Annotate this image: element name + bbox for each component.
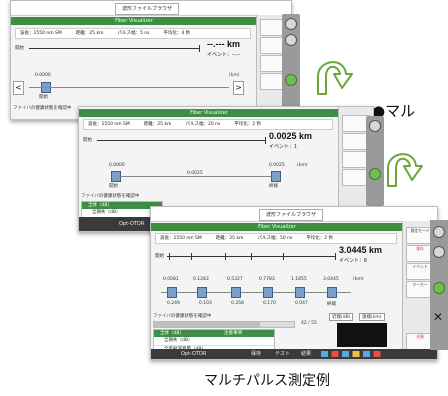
event-axis — [29, 87, 229, 88]
scale-bottom-0: 0.249 — [167, 301, 180, 306]
knob-icon[interactable] — [285, 34, 297, 46]
measurement-params: 波長：1550 nm SM 距離：25 km パルス幅：20 ns 平均化：2 秒 — [83, 119, 333, 130]
scale-unit: (km) — [297, 163, 308, 168]
side-control-strip-2 — [366, 116, 384, 206]
scale-bottom-3: 0.170 — [263, 301, 276, 306]
fiber-health-label: ファイバの健康状態を確認中 — [153, 314, 212, 319]
fiber-visualizer-header: Fiber Visualizer — [79, 109, 339, 117]
side-control-strip-3: ✕ — [430, 220, 448, 350]
event-count: イベント：--.-- — [207, 52, 241, 58]
status-icons — [321, 351, 391, 357]
event-marker[interactable] — [167, 287, 177, 298]
trace-end-tick — [199, 45, 200, 52]
window-titlebar: 波形ファイルブラウザ — [151, 207, 437, 222]
window-title: 波形ファイルブラウザ — [115, 3, 180, 15]
event-marker[interactable] — [263, 287, 273, 298]
fiber-health-label: ファイバの健康状態を確認中 — [13, 106, 72, 111]
scale-mid: 0.0025 — [187, 171, 203, 176]
scale-unit: (km) — [353, 277, 364, 282]
end-event-marker[interactable] — [271, 171, 281, 182]
scale-bottom-1: 0.103 — [199, 301, 212, 306]
start-label: 開始 — [83, 138, 92, 143]
scale-bottom-2: 0.358 — [231, 301, 244, 306]
event-count: イベント：8 — [339, 258, 367, 264]
scale-top-2: 0.5327 — [227, 277, 243, 282]
trace-tick — [225, 253, 226, 260]
knob-icon[interactable] — [433, 246, 445, 258]
start-label: 開始 — [15, 46, 24, 51]
scale-left: 0.0000 — [35, 73, 51, 78]
curved-arrow-icon — [387, 153, 423, 187]
list-item[interactable]: 全損失（dB） — [154, 337, 274, 346]
measurement-params: 波長：1550 nm SM 距離：25 km パルス幅：50 ns 平均化：2 秒 — [155, 233, 397, 244]
event-marker[interactable] — [327, 287, 337, 298]
side-control-strip-1 — [282, 14, 300, 110]
scale-top-5: 3.0445 — [323, 277, 339, 282]
close-icon[interactable]: ✕ — [433, 310, 443, 324]
prev-button[interactable]: < — [13, 81, 24, 95]
tab-far[interactable]: 遠端(km) — [359, 313, 385, 321]
knob-icon[interactable] — [433, 226, 445, 238]
trace-end-tick — [265, 137, 266, 144]
scale-unit: (km) — [229, 73, 240, 78]
scale-left: 0.0000 — [109, 163, 125, 168]
help-icon[interactable] — [369, 168, 381, 180]
knob-icon[interactable] — [285, 18, 297, 30]
trace-tick — [283, 253, 284, 260]
tab-near[interactable]: 近端(dB) — [329, 313, 354, 321]
event-count: イベント：1 — [269, 144, 297, 150]
trace-end-tick — [335, 253, 336, 260]
scale-top-3: 0.7783 — [259, 277, 275, 282]
scale-top-0: 0.0081 — [163, 277, 179, 282]
start-mark: 開始 — [39, 95, 48, 100]
bottom-result[interactable]: 結果 — [301, 350, 311, 358]
trace-preview — [337, 323, 387, 347]
progress-fill — [154, 322, 261, 327]
scale-bottom-4: 0.047 — [295, 301, 308, 306]
scale-right: 0.0025 — [269, 163, 285, 168]
otdr-screen-3: 波形ファイルブラウザ Fiber Visualizer 波長：1550 nm S… — [150, 206, 438, 360]
end-mark: 終端 — [269, 184, 278, 189]
fiber-trace-line — [29, 48, 199, 49]
bottom-bar: Opt-OTDR 保存 テスト 結果 — [151, 349, 437, 359]
start-label: 開始 — [155, 254, 164, 259]
trace-tick — [169, 253, 170, 260]
next-button[interactable]: > — [233, 81, 244, 95]
help-icon[interactable] — [285, 74, 297, 86]
otdr-screen-1: 波形ファイルブラウザ Fiber Visualizer 波長：1550 nm S… — [10, 0, 292, 120]
fiber-visualizer-header: Fiber Visualizer — [151, 223, 403, 231]
app-name: Opt-OTDR — [181, 351, 207, 357]
bottom-save[interactable]: 保存 — [251, 350, 261, 358]
app-name: Opt-OTDR — [119, 221, 145, 227]
trace-tick — [251, 253, 252, 260]
scale-top-1: 0.1283 — [193, 277, 209, 282]
progress-count: 42 / 55 — [301, 321, 317, 326]
event-axis — [161, 292, 351, 293]
start-mark: 開始 — [109, 184, 118, 189]
help-icon[interactable] — [433, 282, 445, 294]
scale-top-4: 1.1855 — [291, 277, 307, 282]
distance-value: 0.0025 km — [269, 131, 313, 141]
end-mark: 終端 — [327, 302, 336, 307]
fiber-health-label: ファイバの健康状態を確認中 — [81, 194, 140, 199]
list-header: 全体（dB） 注意事項 — [154, 330, 274, 337]
fiber-visualizer-header: Fiber Visualizer — [11, 17, 257, 25]
event-axis — [119, 176, 271, 177]
event-marker[interactable] — [197, 287, 207, 298]
window-title: 波形ファイルブラウザ — [259, 209, 324, 221]
knob-icon[interactable] — [369, 120, 381, 132]
progress-bar — [153, 321, 295, 328]
curved-arrow-icon — [317, 61, 353, 95]
trace-tick — [191, 253, 192, 260]
event-marker[interactable] — [231, 287, 241, 298]
fiber-trace-line — [97, 140, 265, 141]
window-titlebar: 波形ファイルブラウザ — [11, 1, 291, 16]
distance-value: --.--- km — [207, 39, 240, 49]
caption-bottom: マルチパルス測定例 — [204, 373, 330, 389]
event-marker[interactable] — [295, 287, 305, 298]
distance-value: 3.0445 km — [339, 245, 383, 255]
measurement-params: 波長：1550 nm SM 距離：25 km パルス幅：5 ns 平均化：4 秒 — [15, 28, 251, 39]
bottom-test[interactable]: テスト — [275, 350, 290, 358]
